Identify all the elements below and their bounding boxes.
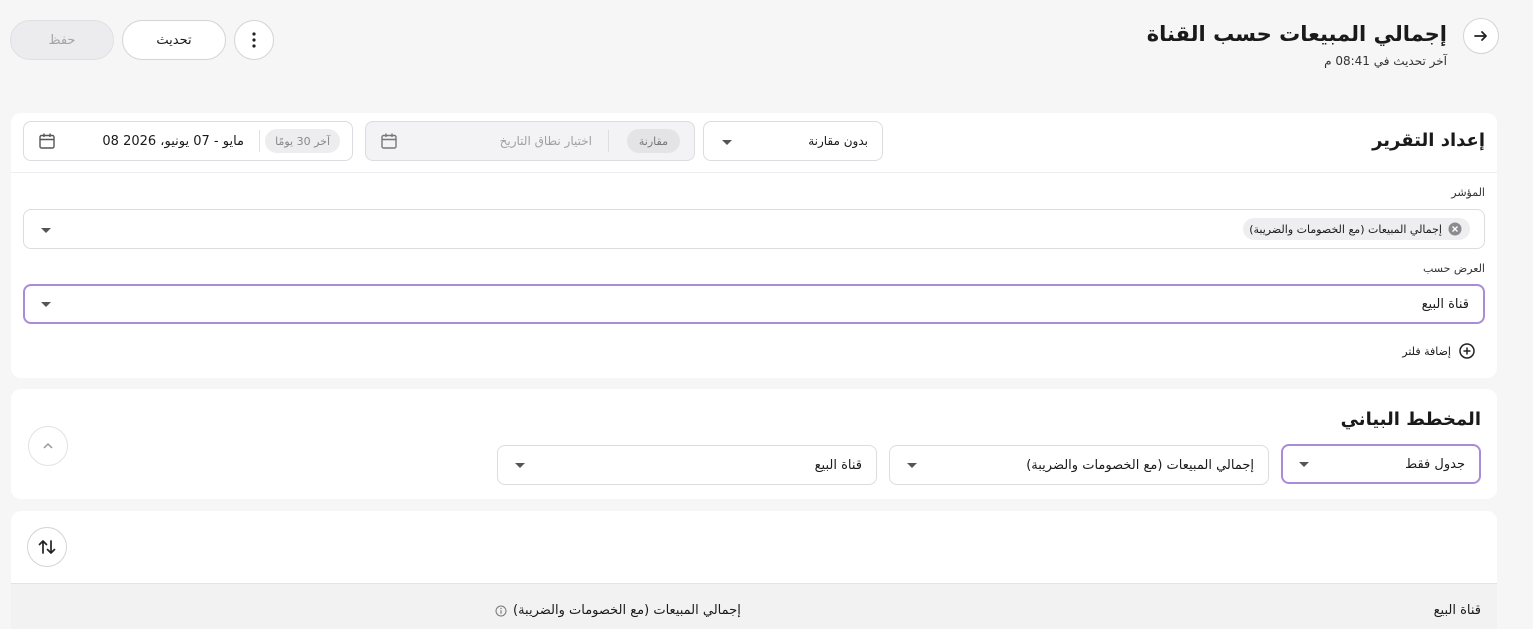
add-filter-label: إضافة فلتر — [1402, 344, 1451, 358]
chevron-up-icon — [43, 442, 53, 449]
plus-circle-icon — [1459, 343, 1475, 359]
chart-type-value: جدول فقط — [1405, 456, 1465, 472]
chevron-down-icon — [41, 228, 51, 233]
group-by-label: العرض حسب — [1423, 262, 1485, 275]
remove-tag-icon[interactable] — [1448, 222, 1462, 236]
column-header-sales[interactable]: إجمالي المبيعات (مع الخصومات والضريبة) — [495, 603, 741, 618]
metric-label: المؤشر — [1451, 186, 1485, 199]
group-by-value: قناة البيع — [1421, 296, 1469, 312]
divider — [608, 130, 609, 152]
column-header-sales-label: إجمالي المبيعات (مع الخصومات والضريبة) — [513, 603, 741, 618]
back-button[interactable] — [1463, 18, 1499, 54]
calendar-icon — [39, 133, 55, 149]
chart-dimension-value: قناة البيع — [814, 457, 862, 473]
divider — [11, 172, 1497, 173]
calendar-icon — [381, 133, 397, 149]
chevron-down-icon — [907, 463, 917, 468]
report-setup-title: إعداد التقرير — [1372, 130, 1485, 151]
last-updated: آخر تحديث في 08:41 م — [1324, 54, 1447, 68]
collapse-button[interactable] — [28, 426, 68, 466]
compare-date-range[interactable]: مقارنة اختيار نطاق التاريخ — [365, 121, 695, 161]
report-setup-card: إعداد التقرير بدون مقارنة مقارنة اختيار … — [11, 113, 1497, 378]
chevron-down-icon — [1299, 462, 1309, 467]
compare-date-placeholder: اختيار نطاق التاريخ — [499, 134, 592, 148]
date-preset-chip: آخر 30 يومًا — [265, 129, 340, 153]
table-header-row: قناة البيع إجمالي المبيعات (مع الخصومات … — [11, 583, 1497, 629]
chart-dimension-select[interactable]: قناة البيع — [497, 445, 877, 485]
divider — [259, 130, 260, 152]
compare-chip: مقارنة — [626, 129, 680, 153]
more-options-button[interactable] — [234, 20, 274, 60]
metric-select[interactable]: إجمالي المبيعات (مع الخصومات والضريبة) — [23, 209, 1485, 249]
date-range-picker[interactable]: آخر 30 يومًا 08 مايو - 07 يونيو، 2026 — [23, 121, 353, 161]
chart-type-select[interactable]: جدول فقط — [1281, 444, 1481, 484]
metric-tag-label: إجمالي المبيعات (مع الخصومات والضريبة) — [1249, 222, 1442, 236]
arrow-right-icon — [1474, 31, 1487, 41]
more-vertical-icon — [252, 32, 256, 48]
chevron-down-icon — [722, 140, 732, 145]
chart-metric-value: إجمالي المبيعات (مع الخصومات والضريبة) — [1026, 457, 1254, 473]
save-button[interactable]: حفظ — [10, 20, 114, 60]
chevron-down-icon — [41, 302, 51, 307]
comparison-select[interactable]: بدون مقارنة — [703, 121, 883, 161]
sort-button[interactable] — [27, 527, 67, 567]
swap-vertical-icon — [38, 540, 56, 554]
info-icon[interactable] — [495, 605, 507, 617]
table-card: قناة البيع إجمالي المبيعات (مع الخصومات … — [11, 511, 1497, 629]
chevron-down-icon — [515, 463, 525, 468]
refresh-button[interactable]: تحديث — [122, 20, 226, 60]
group-by-select[interactable]: قناة البيع — [23, 284, 1485, 324]
add-filter-button[interactable]: إضافة فلتر — [1402, 341, 1475, 361]
page-title: إجمالي المبيعات حسب القناة — [1146, 22, 1447, 46]
column-header-channel: قناة البيع — [1433, 603, 1481, 618]
chart-section-title: المخطط البياني — [1340, 409, 1481, 430]
chart-metric-select[interactable]: إجمالي المبيعات (مع الخصومات والضريبة) — [889, 445, 1269, 485]
date-range-value: 08 مايو - 07 يونيو، 2026 — [102, 133, 244, 149]
comparison-value: بدون مقارنة — [808, 134, 868, 148]
metric-tag: إجمالي المبيعات (مع الخصومات والضريبة) — [1243, 218, 1470, 240]
chart-card: المخطط البياني جدول فقط إجمالي المبيعات … — [11, 389, 1497, 499]
